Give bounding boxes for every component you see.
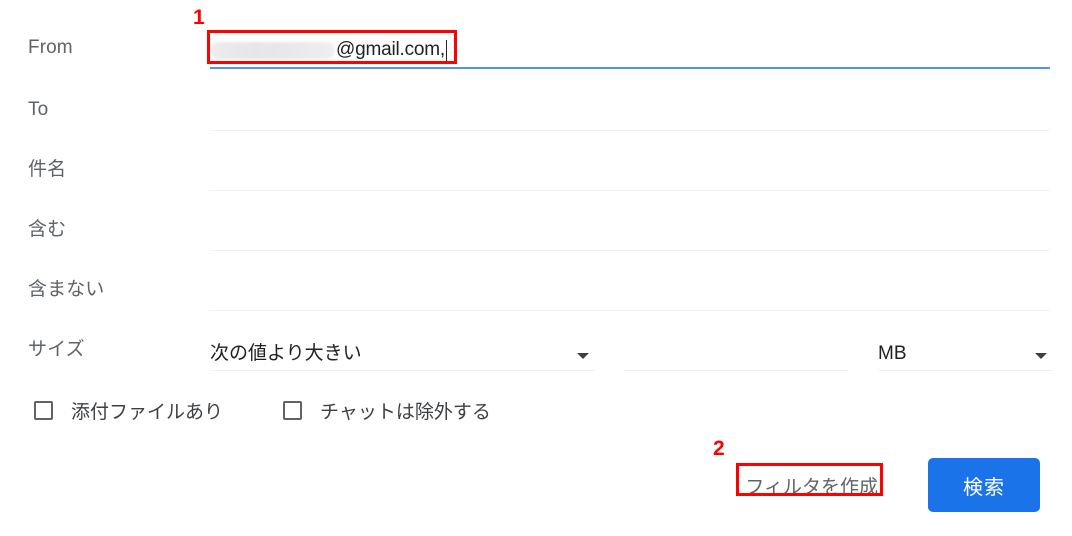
from-underline — [210, 67, 1050, 69]
text-caret — [445, 39, 447, 61]
label-subject: 件名 — [28, 158, 67, 180]
field-row-subject: 件名 — [0, 140, 1072, 200]
has-words-input[interactable] — [210, 219, 1050, 251]
checkbox-exclude-chats-label: チャットは除外する — [320, 401, 491, 423]
size-number-input[interactable] — [623, 339, 848, 371]
control-subject — [210, 149, 1050, 191]
checkbox-icon[interactable] — [34, 400, 53, 420]
from-input[interactable]: @gmail.com, — [210, 37, 1050, 69]
checkbox-icon[interactable] — [283, 400, 303, 420]
control-has-words — [210, 209, 1050, 251]
checkbox-has-attachment[interactable]: 添付ファイルあり — [34, 397, 223, 424]
chevron-down-icon — [577, 353, 589, 359]
label-size: サイズ — [28, 338, 85, 360]
from-input-value: @gmail.com, — [336, 39, 445, 60]
label-to: To — [28, 98, 49, 120]
field-row-has-words: 含む — [0, 200, 1072, 260]
action-row: フィルタを作成 検索 — [0, 450, 1072, 520]
to-underline — [210, 130, 1050, 131]
chevron-down-icon — [1035, 353, 1047, 359]
field-row-size: サイズ 次の値より大きい MB — [0, 320, 1072, 380]
create-filter-button[interactable]: フィルタを作成 — [739, 468, 884, 503]
search-button[interactable]: 検索 — [928, 458, 1040, 512]
subject-input[interactable] — [210, 159, 1050, 191]
checkbox-has-attachment-label: 添付ファイルあり — [71, 401, 224, 423]
control-not-has-words — [210, 269, 1050, 311]
not-has-words-input[interactable] — [210, 279, 1050, 311]
field-row-from: From @gmail.com, — [0, 18, 1072, 78]
redacted-email-icon — [210, 41, 335, 59]
label-from: From — [28, 36, 73, 58]
not-has-words-underline — [210, 310, 1050, 311]
field-row-not-has-words: 含まない — [0, 260, 1072, 320]
label-has-words: 含む — [28, 218, 67, 240]
size-unit-dropdown[interactable]: MB — [878, 329, 1053, 371]
size-operator-value: 次の値より大きい — [210, 343, 362, 364]
size-number-field — [623, 329, 848, 371]
field-row-to: To — [0, 80, 1072, 140]
size-number-underline — [623, 370, 848, 371]
to-input[interactable] — [210, 99, 1050, 131]
label-not-has-words: 含まない — [28, 278, 105, 300]
checkbox-row: 添付ファイルあり チャットは除外する — [0, 385, 1072, 435]
checkbox-exclude-chats[interactable]: チャットは除外する — [283, 397, 491, 424]
size-unit-underline — [878, 370, 1053, 371]
control-from: @gmail.com, — [210, 27, 1050, 69]
size-operator-dropdown[interactable]: 次の値より大きい — [210, 329, 595, 371]
subject-underline — [210, 190, 1050, 191]
control-to — [210, 89, 1050, 131]
has-words-underline — [210, 250, 1050, 251]
size-unit-value: MB — [878, 343, 907, 364]
size-operator-underline — [210, 370, 595, 371]
gmail-advanced-search-dialog: From @gmail.com, To 件名 含む 含まない サイズ 次の値より… — [0, 0, 1072, 536]
